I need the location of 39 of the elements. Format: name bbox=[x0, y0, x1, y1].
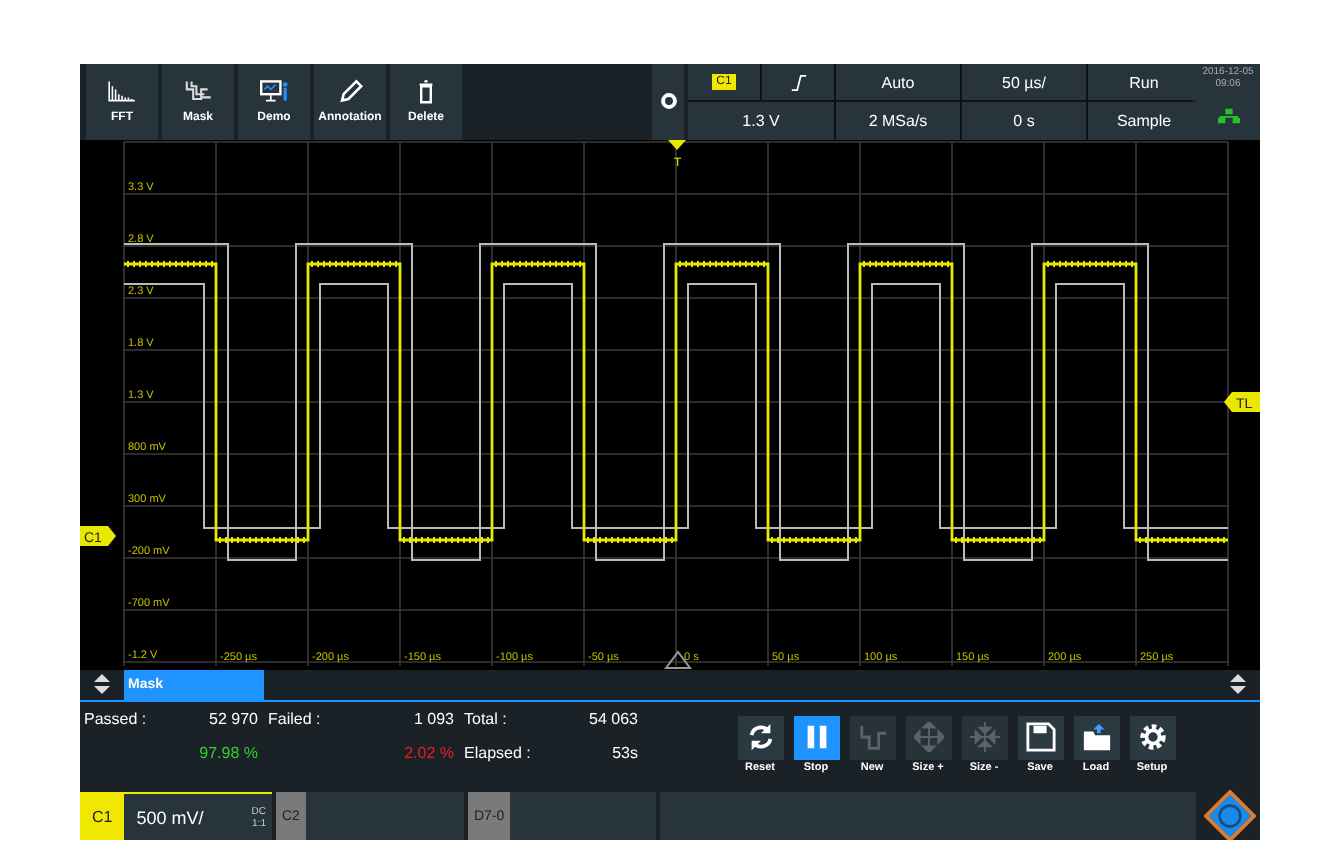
settings-button[interactable] bbox=[652, 64, 684, 140]
settings-icon bbox=[1137, 722, 1167, 753]
collapse-arrows-icon bbox=[969, 722, 999, 753]
settings-icon bbox=[659, 92, 677, 111]
stat-value: 54 063 bbox=[587, 709, 638, 728]
stat-label: Total : bbox=[464, 709, 509, 728]
channel-scale: 500 mV/ bbox=[136, 807, 204, 827]
pass-percent: 97.98 % bbox=[197, 743, 258, 762]
fail-percent: 2.02 % bbox=[402, 743, 454, 762]
sample-rate[interactable]: 2 MSa/s bbox=[836, 102, 960, 140]
stat-label: Failed : bbox=[268, 709, 323, 728]
time-scale[interactable]: 50 µs/ bbox=[962, 64, 1086, 101]
stat-label: Elapsed : bbox=[464, 743, 533, 762]
refresh-icon bbox=[745, 722, 775, 753]
trigger-mode[interactable]: Auto bbox=[836, 64, 960, 101]
stat-value: 53s bbox=[610, 743, 638, 762]
acquisition-mode[interactable]: Sample bbox=[1088, 102, 1200, 140]
network-icon bbox=[1217, 108, 1239, 124]
stat-label: Passed : bbox=[84, 709, 149, 728]
presentation-icon bbox=[258, 78, 290, 105]
folder-icon bbox=[1081, 722, 1111, 753]
up-down-icon[interactable] bbox=[1230, 674, 1246, 695]
settings-cell[interactable] bbox=[762, 64, 834, 101]
rising-edge-icon bbox=[789, 73, 807, 92]
stat-value: 1 093 bbox=[411, 709, 454, 728]
waveform-grid-icon bbox=[182, 78, 214, 105]
trigger-level[interactable]: 1.3 V bbox=[688, 102, 834, 140]
logo-icon bbox=[1204, 790, 1256, 840]
expand-arrows-icon bbox=[913, 722, 943, 753]
save-icon bbox=[1025, 722, 1055, 753]
waveform-grid-icon bbox=[857, 722, 887, 753]
run-state[interactable]: Run bbox=[1088, 64, 1200, 101]
stat-value: 52 970 bbox=[207, 709, 258, 728]
time-position[interactable]: 0 s bbox=[962, 102, 1086, 140]
channel-label: C1 bbox=[80, 794, 125, 840]
up-down-icon[interactable] bbox=[94, 674, 110, 695]
pencil-icon bbox=[334, 78, 366, 105]
position-marker-icon bbox=[664, 649, 692, 669]
bar-graph-icon bbox=[106, 78, 138, 105]
